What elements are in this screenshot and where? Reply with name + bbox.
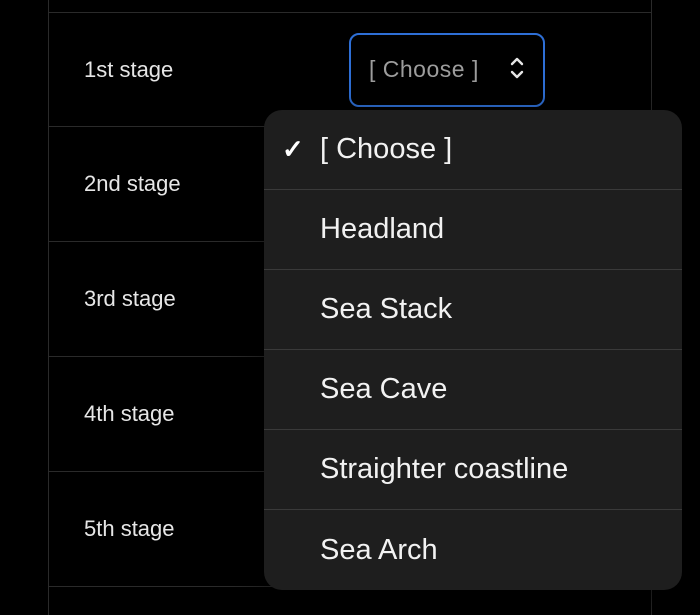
stage-label: 1st stage (49, 57, 299, 83)
dropdown-option-straighter-coastline[interactable]: Straighter coastline (264, 430, 682, 510)
select-value: [ Choose ] (369, 56, 479, 83)
option-label: Headland (320, 213, 444, 246)
dropdown-option-sea-cave[interactable]: Sea Cave (264, 350, 682, 430)
dropdown-option-headland[interactable]: Headland (264, 190, 682, 270)
dropdown-option-choose[interactable]: ✓ [ Choose ] (264, 110, 682, 190)
option-label: Sea Cave (320, 373, 447, 406)
check-icon: ✓ (282, 134, 304, 165)
option-label: Sea Stack (320, 293, 452, 326)
stage-label: 3rd stage (49, 286, 299, 312)
stage-label: 5th stage (49, 516, 299, 542)
option-label: Straighter coastline (320, 453, 568, 486)
dropdown-menu[interactable]: ✓ [ Choose ] Headland Sea Stack Sea Cave… (264, 110, 682, 590)
stage-label: 2nd stage (49, 171, 299, 197)
page: 1st stage [ Choose ] 2nd stage 3rd stage… (0, 0, 700, 615)
chevron-up-down-icon (509, 57, 525, 83)
dropdown-option-sea-stack[interactable]: Sea Stack (264, 270, 682, 350)
stage-label: 4th stage (49, 401, 299, 427)
option-label: Sea Arch (320, 534, 438, 567)
dropdown-option-sea-arch[interactable]: Sea Arch (264, 510, 682, 590)
stage-select-1[interactable]: [ Choose ] (349, 33, 545, 107)
option-label: [ Choose ] (320, 133, 452, 166)
